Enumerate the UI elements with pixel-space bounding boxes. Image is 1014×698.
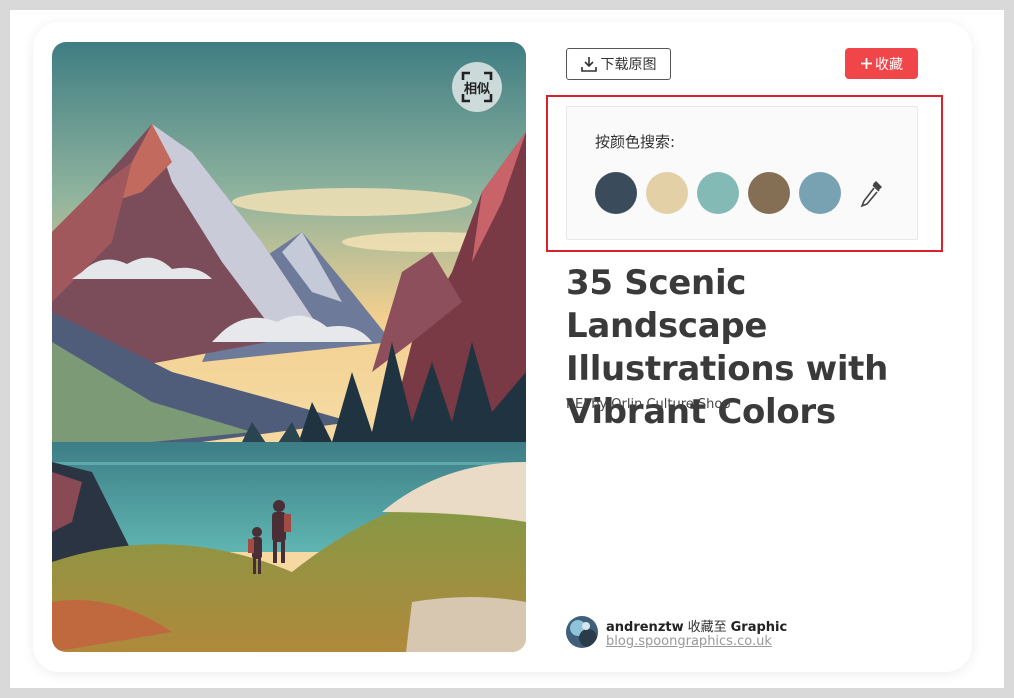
user-name[interactable]: andrenztw (606, 620, 684, 635)
color-swatch-teal[interactable] (697, 172, 739, 214)
credit-action: 收藏至 (687, 620, 727, 635)
board-name[interactable]: Graphic (731, 620, 788, 635)
color-swatch-dark-slate[interactable] (595, 172, 637, 214)
user-avatar[interactable] (566, 616, 598, 648)
plus-icon (861, 58, 872, 69)
collect-button[interactable]: 收藏 (845, 48, 918, 79)
color-swatch-steel-blue[interactable] (799, 172, 841, 214)
pin-subtitle: REI by Orlin Culture Shop (566, 397, 731, 412)
download-icon (580, 57, 597, 72)
color-swatch-sand[interactable] (646, 172, 688, 214)
pin-credit: andrenztw 收藏至 Graphic (606, 616, 787, 635)
download-original-button[interactable]: 下载原图 (566, 48, 671, 80)
color-search-panel: 按颜色搜索: (566, 106, 918, 240)
color-swatch-brown[interactable] (748, 172, 790, 214)
source-link[interactable]: blog.spoongraphics.co.uk (606, 634, 772, 649)
similar-search-button[interactable]: 相似 (452, 62, 502, 112)
landscape-illustration (52, 42, 526, 652)
collect-label: 收藏 (875, 56, 903, 73)
pin-image[interactable] (52, 42, 526, 652)
similar-label: 相似 (463, 81, 490, 97)
eyedropper-icon[interactable] (859, 179, 885, 209)
color-search-label: 按颜色搜索: (595, 133, 676, 151)
download-label: 下载原图 (600, 57, 657, 73)
